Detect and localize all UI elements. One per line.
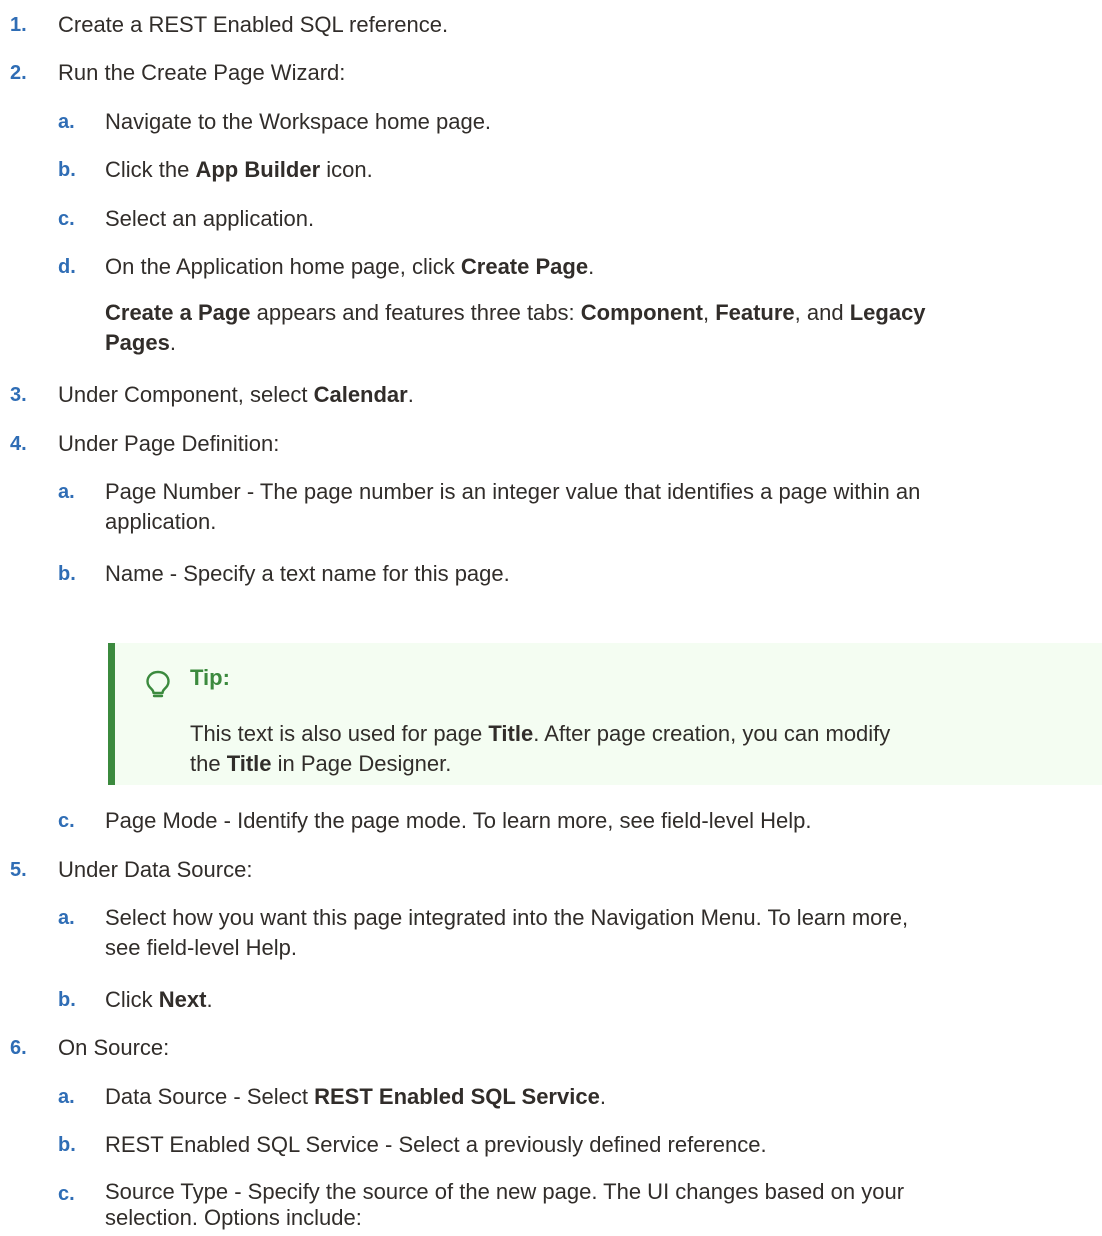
substep-text: Navigate to the Workspace home page. [105, 109, 492, 134]
substep-letter: c. [58, 810, 75, 832]
substep-text: Click the App Builder icon. [105, 157, 373, 182]
step-number: 6. [10, 1037, 27, 1059]
substep-text: Source Type - Specify the source of the … [105, 1179, 905, 1230]
substep-text: Page Mode - Identify the page mode. To l… [105, 808, 812, 833]
substep-letter: a. [58, 907, 75, 929]
substep-text: On the Application home page, click Crea… [105, 254, 595, 279]
ui-term: App Builder [195, 157, 321, 182]
substep-letter: a. [58, 111, 75, 133]
step-text: Under Page Definition: [58, 431, 280, 456]
step-number: 1. [10, 14, 27, 36]
step-text: Under Component, select Calendar. [58, 382, 414, 407]
step-text: Create a REST Enabled SQL reference. [58, 12, 449, 37]
ui-term: REST Enabled SQL Service [314, 1084, 600, 1109]
substep-text: Select an application. [105, 206, 315, 231]
step-number: 2. [10, 62, 27, 84]
tip-title: Tip: [190, 665, 230, 690]
substep-text: Click Next. [105, 987, 213, 1012]
ui-term: Create Page [460, 254, 589, 279]
substep-letter: a. [58, 1086, 75, 1108]
substep-text: Data Source - Select REST Enabled SQL Se… [105, 1084, 606, 1109]
step-text: On Source: [58, 1035, 170, 1060]
tip-text: This text is also used for page Title. A… [190, 721, 891, 776]
substep-letter: c. [58, 1183, 75, 1205]
step-number: 4. [10, 433, 27, 455]
substep-text: REST Enabled SQL Service - Select a prev… [105, 1132, 767, 1157]
substep-letter: b. [58, 989, 76, 1011]
step-text: Under Data Source: [58, 857, 253, 882]
substep-text: Page Number - The page number is an inte… [105, 479, 921, 534]
substep-letter: b. [58, 563, 76, 585]
lightbulb-icon [146, 670, 170, 698]
substep-letter: b. [58, 1134, 76, 1156]
note-text: Create a Page appears and features three… [105, 300, 926, 355]
ui-term: Next [158, 987, 207, 1012]
substep-text: Name - Specify a text name for this page… [105, 561, 510, 586]
substep-letter: c. [58, 208, 75, 230]
substep-letter: d. [58, 256, 76, 278]
ui-term: Calendar [313, 382, 408, 407]
step-number: 3. [10, 384, 27, 406]
tip-callout: Tip: This text is also used for page Tit… [108, 643, 1102, 785]
step-text: Run the Create Page Wizard: [58, 60, 346, 85]
substep-text: Select how you want this page integrated… [105, 905, 909, 960]
step-number: 5. [10, 859, 27, 881]
substep-letter: b. [58, 159, 76, 181]
substep-letter: a. [58, 481, 75, 503]
